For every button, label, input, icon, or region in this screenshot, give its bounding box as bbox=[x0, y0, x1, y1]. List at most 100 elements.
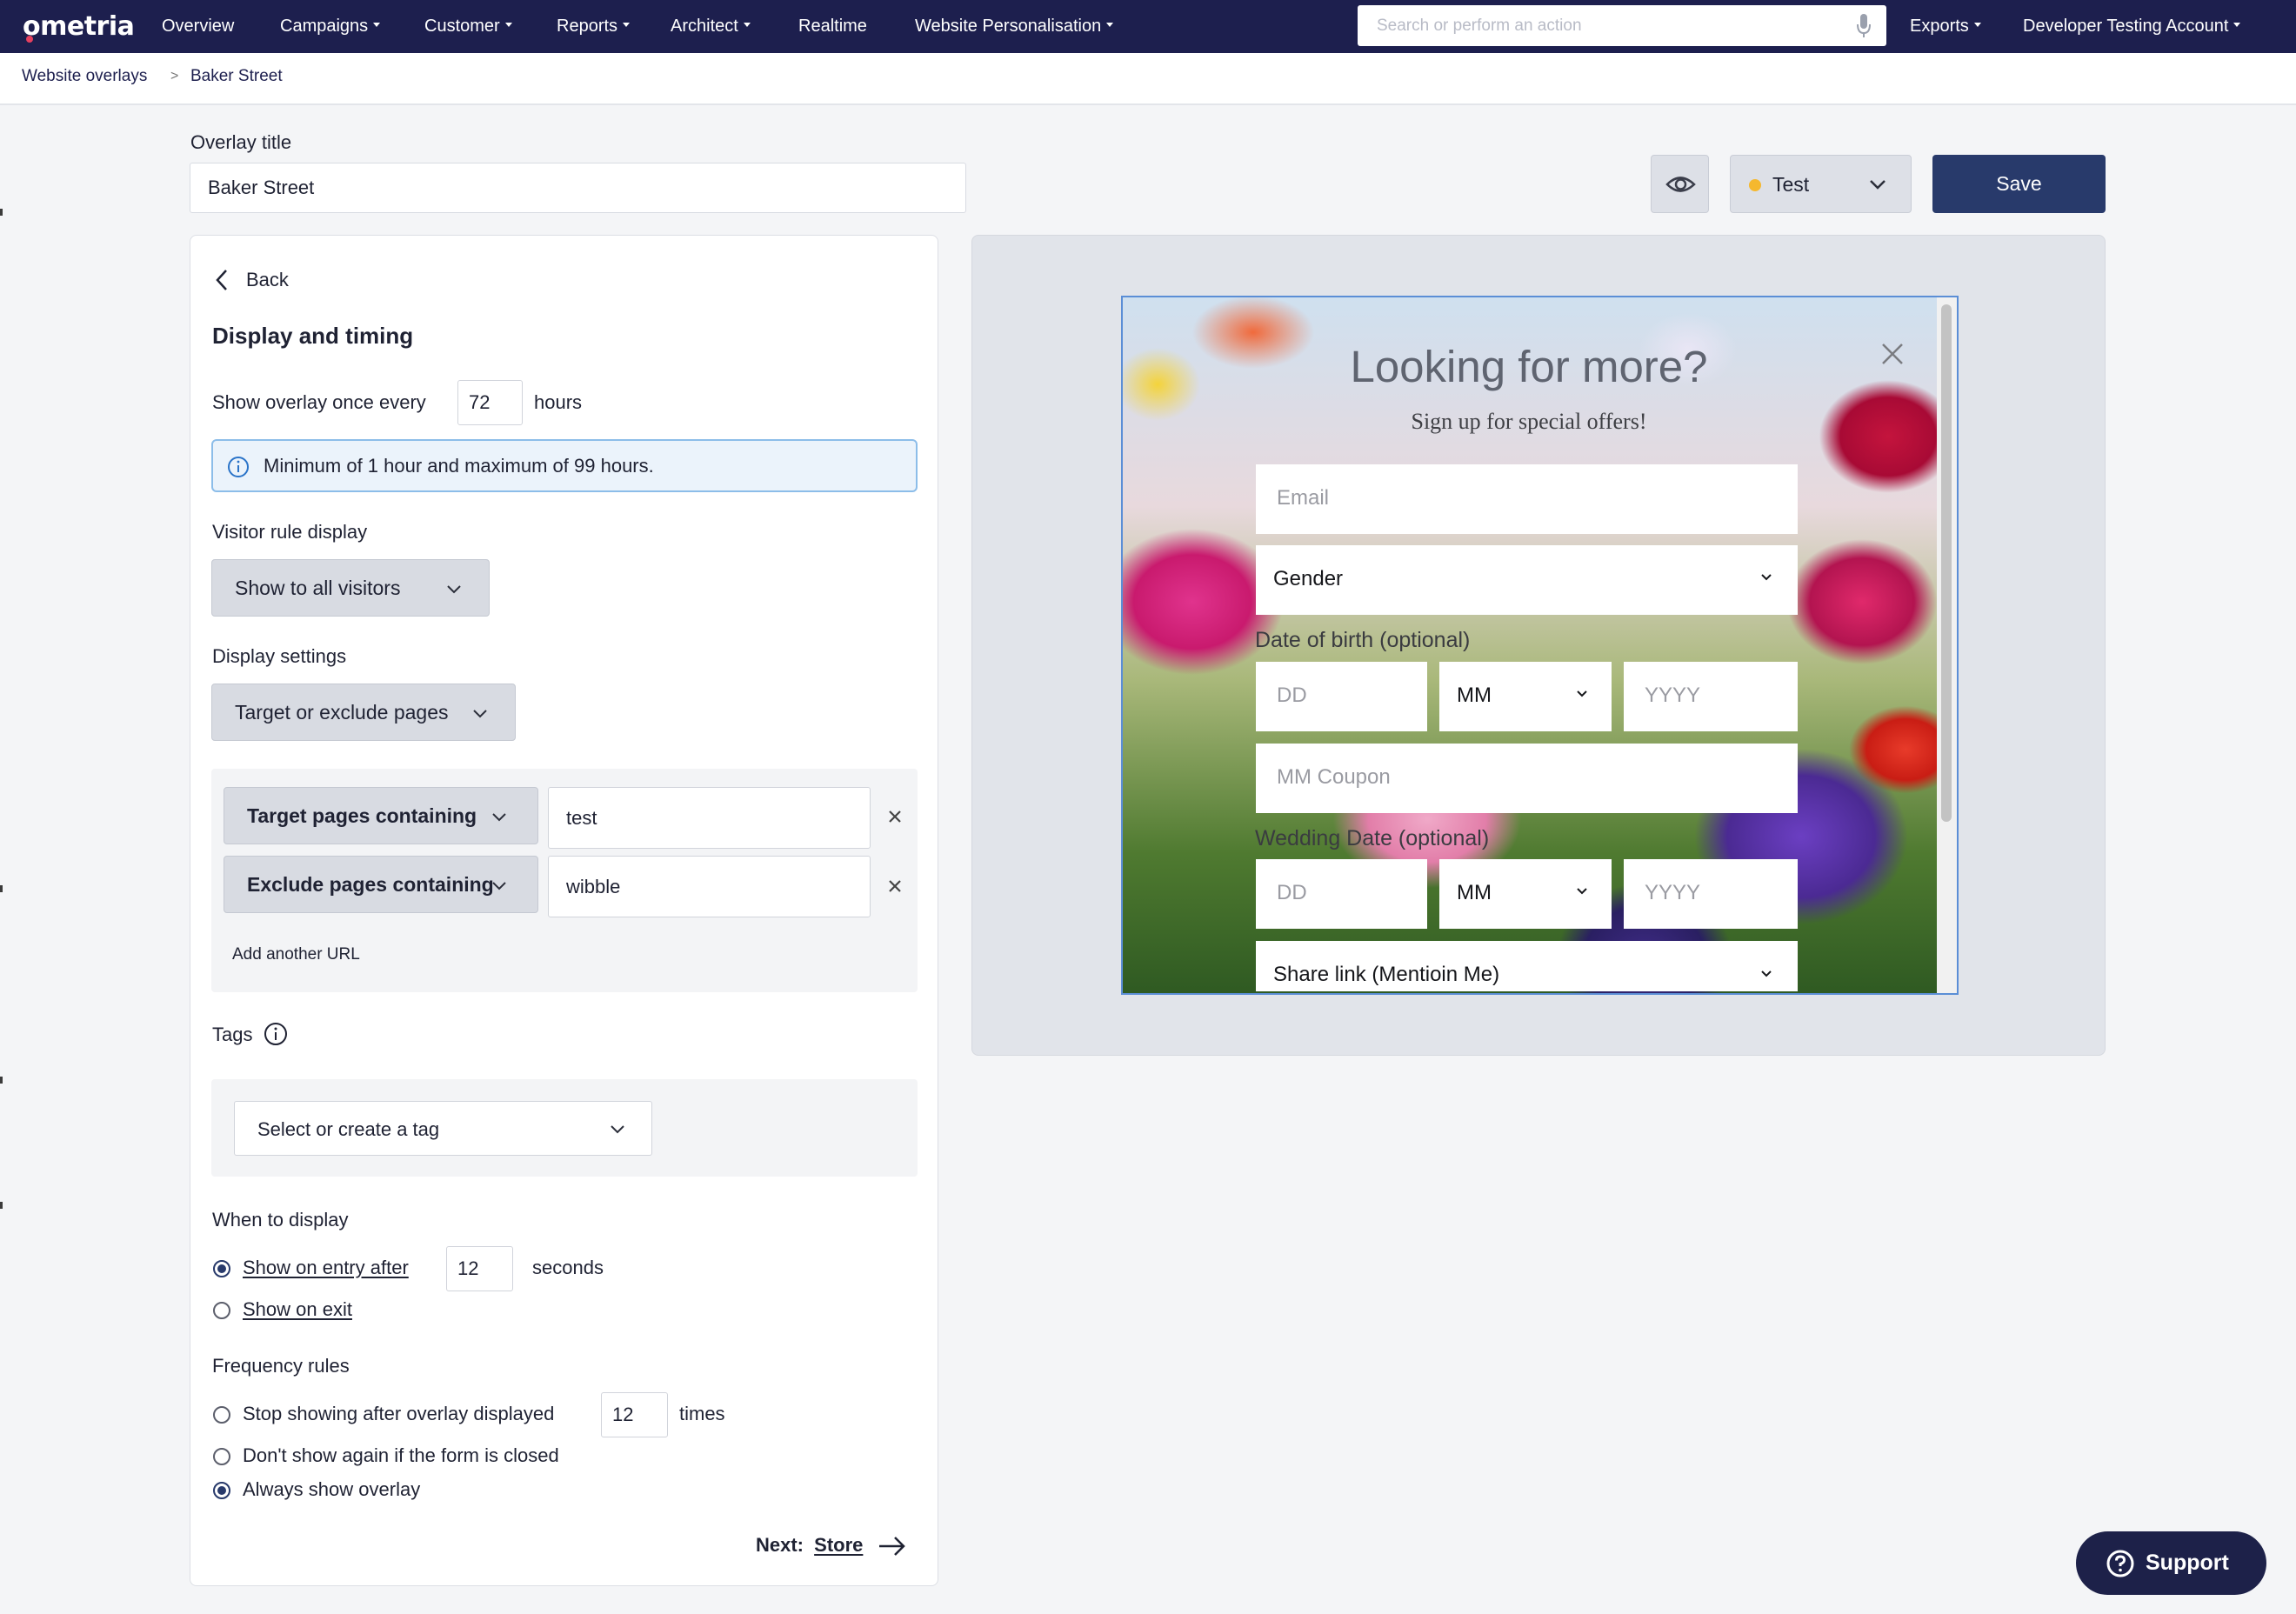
chevron-down-icon bbox=[1761, 970, 1772, 977]
nav-website-personalisation[interactable]: Website Personalisation bbox=[915, 0, 1114, 53]
preview-scrollbar-thumb[interactable] bbox=[1941, 304, 1952, 822]
close-icon[interactable] bbox=[1880, 342, 1905, 366]
info-icon[interactable] bbox=[264, 1022, 288, 1046]
seconds-suffix: seconds bbox=[532, 1257, 604, 1278]
stop-showing-radio[interactable] bbox=[213, 1406, 230, 1424]
overlay-title-input[interactable] bbox=[190, 163, 966, 213]
preview-gender-select[interactable]: Gender bbox=[1256, 545, 1798, 615]
preview-coupon-field[interactable]: MM Coupon bbox=[1256, 744, 1798, 813]
chevron-down-icon bbox=[447, 585, 461, 594]
preview-subheading: Sign up for special offers! bbox=[1411, 409, 1647, 434]
show-on-exit-label[interactable]: Show on exit bbox=[243, 1298, 352, 1321]
info-message: Minimum of 1 hour and maximum of 99 hour… bbox=[211, 439, 918, 492]
visitor-rule-label: Visitor rule display bbox=[212, 521, 368, 543]
chevron-down-icon bbox=[373, 23, 381, 28]
wedding-day-field[interactable]: DD bbox=[1256, 859, 1427, 929]
save-button[interactable]: Save bbox=[1932, 155, 2106, 213]
hours-suffix: hours bbox=[534, 391, 583, 413]
window-edge-mark bbox=[0, 1077, 3, 1084]
preview-heading: Looking for more? bbox=[1350, 342, 1708, 391]
dob-month-select[interactable]: MM bbox=[1439, 662, 1612, 731]
dob-day-field[interactable]: DD bbox=[1256, 662, 1427, 731]
preview-button[interactable] bbox=[1651, 155, 1709, 213]
nav-customer[interactable]: Customer bbox=[424, 0, 512, 53]
nav-realtime[interactable]: Realtime bbox=[798, 0, 867, 53]
display-settings-dropdown[interactable]: Target or exclude pages bbox=[211, 684, 516, 741]
times-suffix: times bbox=[679, 1403, 725, 1424]
wedding-year-field[interactable]: YYYY bbox=[1624, 859, 1798, 929]
next-prefix: Next: bbox=[756, 1534, 804, 1556]
help-icon bbox=[2106, 1550, 2134, 1577]
search-input[interactable] bbox=[1358, 5, 1845, 46]
microphone-icon[interactable] bbox=[1857, 13, 1871, 39]
tag-select[interactable]: Select or create a tag bbox=[234, 1101, 652, 1156]
nav-campaigns[interactable]: Campaigns bbox=[280, 0, 381, 53]
chevron-left-icon bbox=[216, 270, 227, 290]
visitor-rule-dropdown[interactable]: Show to all visitors bbox=[211, 559, 490, 617]
url-rule-value-input[interactable] bbox=[548, 856, 871, 917]
url-rules-box: Target pages containing Exclude pages co… bbox=[211, 769, 918, 992]
dont-show-again-radio[interactable] bbox=[213, 1448, 230, 1465]
remove-icon[interactable] bbox=[884, 806, 905, 827]
remove-icon[interactable] bbox=[884, 876, 905, 897]
chevron-down-icon bbox=[1577, 690, 1587, 697]
preview-share-select[interactable]: Share link (Mentioin Me) bbox=[1256, 941, 1798, 991]
chevron-down-icon bbox=[623, 23, 631, 28]
url-rule-type-dropdown[interactable]: Exclude pages containing bbox=[224, 856, 538, 913]
show-on-entry-radio[interactable] bbox=[213, 1260, 230, 1277]
tags-box: Select or create a tag bbox=[211, 1079, 918, 1177]
display-timing-panel: Back Display and timing Show overlay onc… bbox=[190, 235, 938, 1586]
ometria-logo[interactable]: ometria bbox=[23, 11, 135, 43]
dob-year-field[interactable]: YYYY bbox=[1624, 662, 1798, 731]
dont-show-again-label: Don't show again if the form is closed bbox=[243, 1444, 559, 1466]
next-store-link[interactable]: Store bbox=[814, 1534, 863, 1556]
nav-architect[interactable]: Architect bbox=[671, 0, 751, 53]
window-edge-mark bbox=[0, 1202, 3, 1209]
chevron-down-icon bbox=[492, 882, 506, 890]
status-label: Test bbox=[1772, 173, 1810, 196]
show-once-label: Show overlay once every bbox=[212, 391, 426, 413]
status-dropdown[interactable]: Test bbox=[1730, 155, 1912, 213]
dob-label: Date of birth (optional) bbox=[1255, 628, 1471, 652]
always-show-label: Always show overlay bbox=[243, 1478, 421, 1500]
chevron-down-icon bbox=[743, 23, 751, 28]
nav-overview[interactable]: Overview bbox=[162, 0, 234, 53]
nav-account[interactable]: Developer Testing Account bbox=[2023, 0, 2241, 53]
eye-icon bbox=[1665, 177, 1696, 192]
chevron-down-icon bbox=[492, 813, 506, 822]
entry-seconds-input[interactable] bbox=[446, 1246, 513, 1291]
tags-label: Tags bbox=[212, 1024, 253, 1045]
wedding-date-label: Wedding Date (optional) bbox=[1255, 826, 1490, 850]
chevron-down-icon bbox=[1761, 574, 1772, 581]
support-button[interactable]: Support bbox=[2076, 1531, 2266, 1595]
search-box bbox=[1358, 5, 1886, 46]
info-icon bbox=[228, 457, 249, 477]
nav-reports[interactable]: Reports bbox=[557, 0, 631, 53]
url-rule-type-dropdown[interactable]: Target pages containing bbox=[224, 787, 538, 844]
section-title: Display and timing bbox=[212, 323, 414, 349]
show-on-exit-radio[interactable] bbox=[213, 1302, 230, 1319]
arrow-right-icon[interactable] bbox=[878, 1535, 907, 1557]
preview-email-field[interactable]: Email bbox=[1256, 464, 1798, 534]
url-rule-value-input[interactable] bbox=[548, 787, 871, 849]
always-show-radio[interactable] bbox=[213, 1482, 230, 1499]
chevron-down-icon bbox=[473, 710, 487, 718]
show-on-entry-label[interactable]: Show on entry after bbox=[243, 1257, 409, 1279]
next-step-link[interactable]: Next: Store bbox=[756, 1534, 863, 1557]
nav-exports[interactable]: Exports bbox=[1910, 0, 1981, 53]
wedding-month-select[interactable]: MM bbox=[1439, 859, 1612, 929]
add-url-link[interactable]: Add another URL bbox=[232, 945, 360, 964]
breadcrumb-parent-link[interactable]: Website overlays bbox=[22, 67, 147, 86]
hours-input[interactable] bbox=[457, 380, 523, 425]
chevron-down-icon bbox=[1106, 23, 1114, 28]
times-input[interactable] bbox=[601, 1392, 668, 1437]
breadcrumb-separator: > bbox=[170, 69, 179, 83]
when-display-label: When to display bbox=[212, 1209, 349, 1231]
top-navigation: ometria Overview Campaigns Customer Repo… bbox=[0, 0, 2296, 53]
frequency-rules-label: Frequency rules bbox=[212, 1355, 350, 1377]
chevron-down-icon bbox=[1973, 23, 1981, 28]
breadcrumb-current: Baker Street bbox=[190, 67, 283, 85]
status-indicator bbox=[1749, 179, 1761, 191]
window-edge-mark bbox=[0, 885, 3, 892]
chevron-down-icon bbox=[504, 23, 512, 28]
